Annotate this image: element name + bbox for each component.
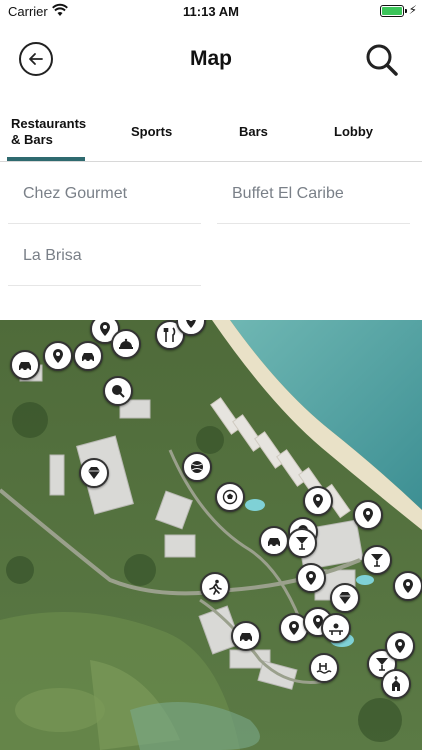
satellite-map-background <box>0 320 422 750</box>
map-pin-parking[interactable] <box>231 621 261 651</box>
map-pin-location[interactable] <box>296 563 326 593</box>
clock: 11:13 AM <box>183 4 239 19</box>
tab-restaurants-bars[interactable]: Restaurants & Bars <box>11 116 86 148</box>
tab-sports[interactable]: Sports <box>131 124 172 140</box>
food-cloche-icon <box>119 338 133 349</box>
page-title: Map <box>190 47 232 70</box>
ping-pong-icon <box>112 385 125 398</box>
map-pin-bar[interactable] <box>362 545 392 575</box>
list-item-la-brisa[interactable]: La Brisa <box>8 225 201 286</box>
location-pin-icon <box>289 621 299 635</box>
tab-bars[interactable]: Bars <box>239 124 268 140</box>
location-pin-icon <box>186 320 196 328</box>
battery-icon <box>380 5 404 17</box>
map-pin-location[interactable] <box>303 486 333 516</box>
list-item-chez-gourmet[interactable]: Chez Gourmet <box>8 163 201 224</box>
map-pin-location[interactable] <box>353 500 383 530</box>
map-pin-chapel[interactable] <box>381 669 411 699</box>
map-pin-shop[interactable] <box>330 583 360 613</box>
battery-tip <box>405 9 407 13</box>
location-pin-icon <box>403 579 413 593</box>
playground-icon <box>329 623 343 635</box>
cocktail-icon <box>296 537 308 550</box>
map-pin-parking[interactable] <box>73 341 103 371</box>
map-pin-restaurant[interactable] <box>111 329 141 359</box>
map-pin-sports[interactable] <box>200 572 230 602</box>
active-tab-indicator <box>7 157 85 161</box>
search-icon[interactable] <box>364 42 400 78</box>
list-item-buffet-el-caribe[interactable]: Buffet El Caribe <box>217 163 410 224</box>
tennis-icon <box>191 461 203 473</box>
status-bar: Carrier 11:13 AM ⚡ <box>0 0 422 22</box>
charging-icon: ⚡ <box>408 3 417 17</box>
location-pin-icon <box>313 494 323 508</box>
car-icon <box>240 633 252 643</box>
cutlery-icon <box>163 327 176 342</box>
map-pin-parking[interactable] <box>10 350 40 380</box>
location-pin-icon <box>395 639 405 653</box>
resort-map[interactable] <box>0 320 422 750</box>
soccer-ball-icon <box>222 489 238 505</box>
category-tabs: Restaurants & Bars Sports Bars Lobby <box>0 108 422 162</box>
map-pin-location[interactable] <box>385 631 415 661</box>
car-icon <box>268 538 280 548</box>
location-pin-icon <box>100 322 110 336</box>
running-icon <box>209 579 222 595</box>
nav-bar: Map <box>0 22 422 98</box>
swimming-icon <box>316 663 332 674</box>
diamond-icon <box>88 467 100 479</box>
location-pin-icon <box>363 508 373 522</box>
map-pin-tennis[interactable] <box>182 452 212 482</box>
map-pin-location[interactable] <box>43 341 73 371</box>
map-pin-soccer[interactable] <box>215 482 245 512</box>
chapel-icon <box>392 676 400 691</box>
car-icon <box>19 362 31 372</box>
diamond-icon <box>339 592 351 604</box>
map-pin-bar[interactable] <box>287 528 317 558</box>
location-pin-icon <box>306 571 316 585</box>
map-pin-pool[interactable] <box>309 653 339 683</box>
place-list: Chez Gourmet Buffet El Caribe La Brisa <box>0 163 422 320</box>
map-pin-playground[interactable] <box>321 613 351 643</box>
location-pin-icon <box>53 349 63 363</box>
map-pin-shop[interactable] <box>79 458 109 488</box>
map-pin-sports[interactable] <box>103 376 133 406</box>
cocktail-icon <box>371 554 383 567</box>
tab-lobby[interactable]: Lobby <box>334 124 373 140</box>
map-pin-parking[interactable] <box>259 526 289 556</box>
car-icon <box>82 353 94 363</box>
map-pin-location[interactable] <box>393 571 422 601</box>
